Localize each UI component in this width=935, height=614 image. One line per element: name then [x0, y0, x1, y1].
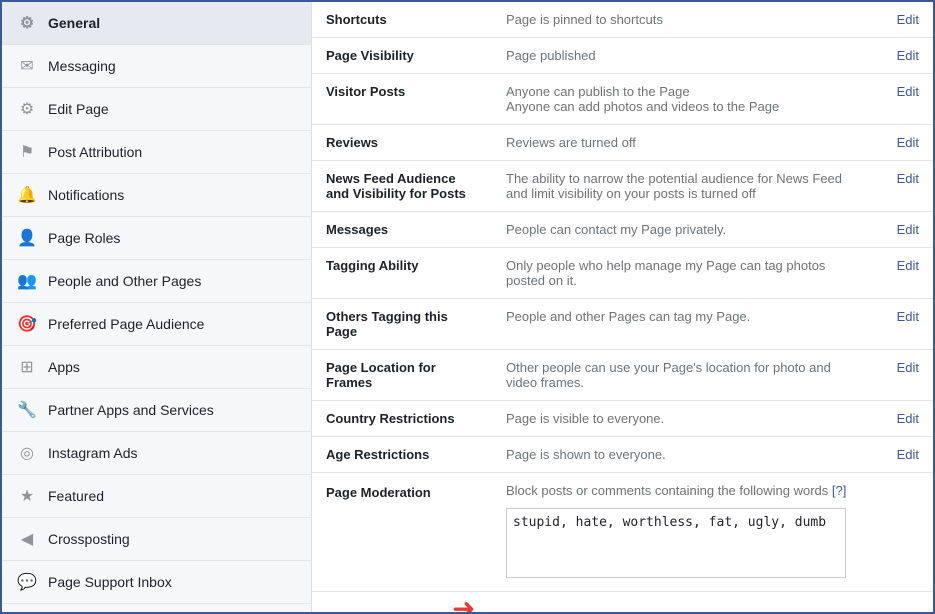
setting-label: Visitor Posts: [312, 74, 492, 125]
sidebar-label-messaging: Messaging: [48, 58, 116, 74]
setting-value: Page is shown to everyone.: [492, 437, 873, 473]
sidebar-item-payments[interactable]: 💳Payments: [2, 604, 311, 612]
app-container: ⚙ General ✉ Messaging ⚙ Edit Page ⚑ Post Attrib…: [0, 0, 935, 614]
sidebar-label-featured: Featured: [48, 488, 104, 504]
edit-link[interactable]: Edit: [897, 12, 919, 27]
moderation-row: Page Moderation Block posts or comments …: [312, 473, 933, 592]
setting-label: Others Tagging this Page: [312, 299, 492, 350]
sidebar-item-featured[interactable]: ★ Featured: [2, 475, 311, 518]
edit-link[interactable]: Edit: [897, 360, 919, 375]
sidebar-label-instagram-ads: Instagram Ads: [48, 445, 138, 461]
messaging-icon: ✉: [16, 55, 38, 77]
setting-label: Messages: [312, 212, 492, 248]
sidebar-item-edit-page[interactable]: ⚙ Edit Page: [2, 88, 311, 131]
setting-label: Shortcuts: [312, 2, 492, 38]
sidebar-label-partner-apps: Partner Apps and Services: [48, 402, 214, 418]
sidebar-label-page-roles: Page Roles: [48, 230, 120, 246]
sidebar-label-apps: Apps: [48, 359, 80, 375]
table-row: Country RestrictionsPage is visible to e…: [312, 401, 933, 437]
edit-link[interactable]: Edit: [897, 411, 919, 426]
page-support-inbox-icon: 💬: [16, 571, 38, 593]
sidebar-item-preferred-page-audience[interactable]: 🎯 Preferred Page Audience: [2, 303, 311, 346]
partner-apps-icon: 🔧: [16, 399, 38, 421]
sidebar-item-crossposting[interactable]: ◀ Crossposting: [2, 518, 311, 561]
edit-link[interactable]: Edit: [897, 48, 919, 63]
sidebar-label-post-attribution: Post Attribution: [48, 144, 142, 160]
table-row: Page VisibilityPage published Edit: [312, 38, 933, 74]
settings-table: ShortcutsPage is pinned to shortcuts Edit…: [312, 2, 933, 473]
setting-label: Country Restrictions: [312, 401, 492, 437]
edit-link[interactable]: Edit: [897, 222, 919, 237]
apps-icon: ⊞: [16, 356, 38, 378]
featured-icon: ★: [16, 485, 38, 507]
edit-link[interactable]: Edit: [897, 447, 919, 462]
sidebar-item-post-attribution[interactable]: ⚑ Post Attribution: [2, 131, 311, 174]
sidebar-item-page-roles[interactable]: 👤 Page Roles: [2, 217, 311, 260]
setting-label: Reviews: [312, 125, 492, 161]
setting-label: Page Visibility: [312, 38, 492, 74]
main-content: ShortcutsPage is pinned to shortcuts Edit…: [312, 2, 933, 612]
setting-value: Other people can use your Page's locatio…: [492, 350, 873, 401]
preferred-page-audience-icon: 🎯: [16, 313, 38, 335]
table-row: Others Tagging this PagePeople and other…: [312, 299, 933, 350]
edit-link[interactable]: Edit: [897, 171, 919, 186]
table-row: ReviewsReviews are turned off Edit: [312, 125, 933, 161]
crossposting-icon: ◀: [16, 528, 38, 550]
sidebar-item-notifications[interactable]: 🔔 Notifications: [2, 174, 311, 217]
edit-link[interactable]: Edit: [897, 258, 919, 273]
table-row: Page Location for FramesOther people can…: [312, 350, 933, 401]
setting-label: Age Restrictions: [312, 437, 492, 473]
moderation-textarea[interactable]: [506, 508, 846, 578]
edit-link[interactable]: Edit: [897, 84, 919, 99]
sidebar-item-messaging[interactable]: ✉ Messaging: [2, 45, 311, 88]
notifications-icon: 🔔: [16, 184, 38, 206]
edit-link[interactable]: Edit: [897, 309, 919, 324]
table-row: Visitor PostsAnyone can publish to the P…: [312, 74, 933, 125]
sidebar-label-notifications: Notifications: [48, 187, 124, 203]
setting-label: Tagging Ability: [312, 248, 492, 299]
setting-value: Anyone can publish to the PageAnyone can…: [492, 74, 873, 125]
setting-value: Page is pinned to shortcuts: [492, 2, 873, 38]
table-row: ShortcutsPage is pinned to shortcuts Edit: [312, 2, 933, 38]
sidebar-item-instagram-ads[interactable]: ◎ Instagram Ads: [2, 432, 311, 475]
edit-link[interactable]: Edit: [897, 135, 919, 150]
setting-value: People can contact my Page privately.: [492, 212, 873, 248]
sidebar-label-crossposting: Crossposting: [48, 531, 130, 547]
setting-label: News Feed Audience and Visibility for Po…: [312, 161, 492, 212]
sidebar: ⚙ General ✉ Messaging ⚙ Edit Page ⚑ Post Attrib…: [2, 2, 312, 612]
sidebar-item-apps[interactable]: ⊞ Apps: [2, 346, 311, 389]
setting-value: Only people who help manage my Page can …: [492, 248, 873, 299]
general-icon: ⚙: [16, 12, 38, 34]
sidebar-label-people-and-other-pages: People and Other Pages: [48, 273, 201, 289]
sidebar-label-edit-page: Edit Page: [48, 101, 109, 117]
table-row: Tagging AbilityOnly people who help mana…: [312, 248, 933, 299]
sidebar-label-general: General: [48, 15, 100, 31]
table-row: News Feed Audience and Visibility for Po…: [312, 161, 933, 212]
sidebar-item-general[interactable]: ⚙ General: [2, 2, 311, 45]
sidebar-label-page-support-inbox: Page Support Inbox: [48, 574, 172, 590]
instagram-ads-icon: ◎: [16, 442, 38, 464]
table-row: MessagesPeople can contact my Page priva…: [312, 212, 933, 248]
moderation-help-icon[interactable]: [?]: [832, 483, 846, 498]
setting-value: People and other Pages can tag my Page.: [492, 299, 873, 350]
moderation-description: Block posts or comments containing the f…: [506, 483, 859, 498]
page-roles-icon: 👤: [16, 227, 38, 249]
table-row: Age RestrictionsPage is shown to everyon…: [312, 437, 933, 473]
edit-page-icon: ⚙: [16, 98, 38, 120]
sidebar-item-partner-apps[interactable]: 🔧 Partner Apps and Services: [2, 389, 311, 432]
arrow-icon: ➜: [452, 592, 475, 612]
arrow-container: ➜: [312, 592, 933, 612]
sidebar-item-people-and-other-pages[interactable]: 👥 People and Other Pages: [2, 260, 311, 303]
setting-value: Reviews are turned off: [492, 125, 873, 161]
sidebar-item-page-support-inbox[interactable]: 💬 Page Support Inbox: [2, 561, 311, 604]
post-attribution-icon: ⚑: [16, 141, 38, 163]
setting-value: The ability to narrow the potential audi…: [492, 161, 873, 212]
setting-label: Page Location for Frames: [312, 350, 492, 401]
sidebar-label-preferred-page-audience: Preferred Page Audience: [48, 316, 204, 332]
setting-value: Page is visible to everyone.: [492, 401, 873, 437]
setting-value: Page published: [492, 38, 873, 74]
people-and-other-pages-icon: 👥: [16, 270, 38, 292]
moderation-label: Page Moderation: [326, 485, 431, 500]
